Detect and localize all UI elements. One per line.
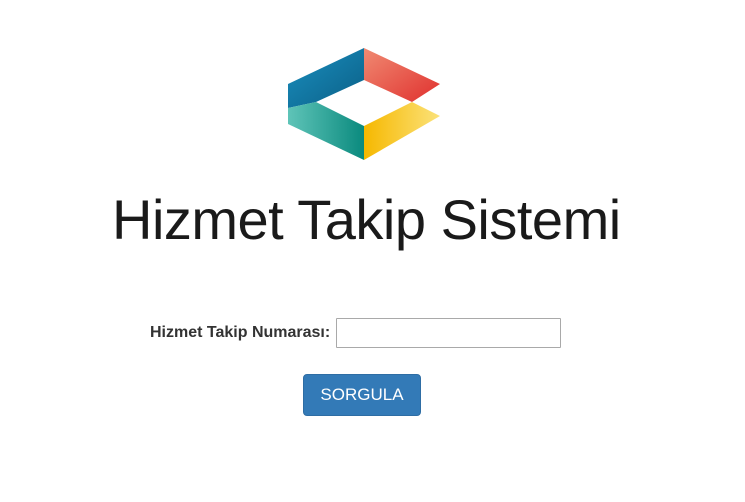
hexagon-logo-icon	[288, 48, 440, 160]
query-button[interactable]: SORGULA	[303, 374, 421, 416]
page-title: Hizmet Takip Sistemi	[112, 188, 621, 251]
tracking-page: Hizmet Takip Sistemi Hizmet Takip Numara…	[0, 0, 745, 502]
tracking-form: Hizmet Takip Numarası:	[150, 316, 562, 350]
tracking-number-label: Hizmet Takip Numarası:	[150, 324, 331, 341]
tracking-number-input[interactable]	[336, 318, 562, 348]
